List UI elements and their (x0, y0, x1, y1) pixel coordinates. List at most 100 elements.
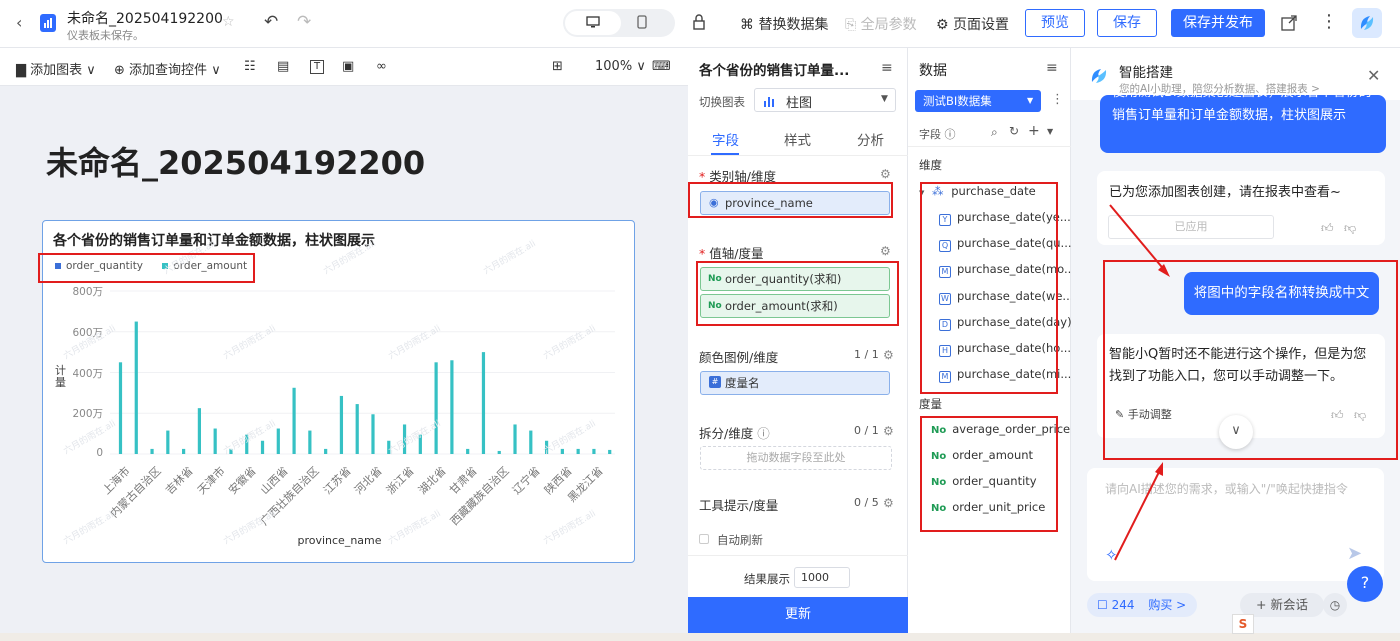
add-icon[interactable]: + (1028, 123, 1040, 139)
desktop-view-icon[interactable] (565, 11, 621, 35)
ai-message: 已为您添加图表创建，请在报表中查看~ 已应用 👍︎ 👎︎ (1097, 171, 1385, 245)
thumbs-up-icon[interactable]: 👍︎ (1321, 221, 1334, 236)
layout-icon[interactable]: ⊞ (552, 59, 563, 74)
history-icon[interactable]: ◷ (1323, 593, 1347, 617)
bar-order_amount (308, 431, 311, 454)
add-query-button[interactable]: ⊕ 添加查询控件 ∨ (114, 59, 221, 78)
refresh-icon[interactable]: ↻ (1009, 124, 1019, 138)
ime-icon[interactable]: S (1232, 614, 1254, 634)
dashboard-heading[interactable]: 未命名_202504192200 (46, 138, 425, 184)
gear-icon[interactable]: ⚙ (880, 244, 891, 258)
color-legend-label: 颜色图例/维度 (699, 347, 778, 366)
annotation-box-measures-list (920, 416, 1058, 532)
gear-icon[interactable]: ⚙ (883, 496, 894, 510)
ai-subtitle[interactable]: 您的AI小助理，陪您分析数据、搭建报表 > (1119, 81, 1320, 96)
measure-axis-label: * 值轴/度量 (699, 243, 763, 262)
dataset-select[interactable]: 测试BI数据集 ▼ (915, 90, 1041, 112)
lock-icon[interactable] (692, 14, 706, 33)
zoom-select[interactable]: 100% ∨ (595, 59, 646, 74)
annotation-box-dimensions-list (920, 182, 1058, 394)
credits-badge[interactable]: ☐ 244 购买 > (1087, 593, 1197, 617)
tab-analysis[interactable]: 分析 (857, 129, 884, 149)
bar-order_amount (435, 362, 438, 454)
bar-order_amount (198, 408, 201, 454)
image-icon[interactable]: ▣ (342, 59, 354, 74)
bar-order_amount (277, 429, 280, 454)
add-chart-button[interactable]: ▇ 添加图表 ∨ (16, 59, 96, 78)
bar-order_amount (608, 450, 611, 454)
text-icon[interactable]: T (310, 60, 324, 74)
mobile-view-icon[interactable] (637, 15, 647, 32)
color-count: 1 / 1 (854, 348, 879, 361)
keyboard-icon[interactable]: ⌨ (652, 59, 671, 74)
ai-assistant-icon[interactable] (1352, 8, 1382, 38)
bar-order_amount (561, 449, 564, 454)
annotation-box-ai-reply (1103, 260, 1398, 460)
save-button[interactable]: 保存 (1097, 9, 1157, 37)
collapse-panel-icon[interactable]: ≡ (1046, 60, 1058, 76)
switch-chart-label: 切换图表 (699, 94, 745, 110)
ai-input-box[interactable]: 请向AI描述您的需求，或输入"/"唤起快捷指令 ✧ ➤ (1087, 468, 1384, 581)
bar-order_amount (498, 451, 501, 454)
undo-icon[interactable]: ↶ (264, 12, 278, 32)
bar-order_amount (119, 362, 122, 454)
ai-logo-icon (1087, 64, 1111, 88)
chevron-down-icon[interactable]: ▼ (1047, 127, 1053, 136)
color-field-chip[interactable]: # 度量名 (700, 371, 890, 395)
update-button[interactable]: 更新 (688, 597, 908, 633)
bar-order_amount (450, 360, 453, 454)
collapse-panel-icon[interactable]: ≡ (881, 60, 893, 76)
result-display-label: 结果展示 (744, 571, 790, 587)
chevron-down-icon: ▼ (1027, 90, 1033, 112)
bar-order_amount (150, 449, 153, 454)
bar-order_amount (466, 449, 469, 454)
dashboard-title[interactable]: 未命名_202504192200 (67, 8, 223, 28)
result-limit-input[interactable]: 1000 (794, 567, 850, 588)
tab-style[interactable]: 样式 (784, 129, 811, 149)
redo-icon[interactable]: ↷ (297, 12, 311, 32)
gear-icon[interactable]: ⚙ (880, 167, 891, 181)
auto-refresh-label: 自动刷新 (717, 532, 763, 548)
thumbs-down-icon[interactable]: 👎︎ (1344, 221, 1356, 236)
tab-icon[interactable]: ▤ (277, 59, 289, 74)
gear-icon: ⚙ (936, 17, 949, 33)
help-icon[interactable]: ? (1347, 566, 1383, 602)
annotation-box-dimension (688, 182, 893, 218)
send-icon[interactable]: ➤ (1347, 543, 1362, 564)
gear-icon[interactable]: ⚙ (883, 424, 894, 438)
search-icon[interactable]: ⌕ (991, 125, 998, 140)
buy-link: 购买 > (1148, 598, 1186, 612)
gear-icon[interactable]: ⚙ (883, 348, 894, 362)
replace-dataset-button[interactable]: ⌘ 替换数据集 (740, 14, 828, 34)
share-icon[interactable] (1281, 15, 1297, 34)
bar-order_amount (577, 449, 580, 454)
save-publish-button[interactable]: 保存并发布 (1171, 9, 1265, 37)
annotation-box-measure (696, 261, 899, 326)
magic-wand-icon[interactable]: ✧ (1105, 546, 1118, 564)
global-params-button[interactable]: ⎘ 全局参数 (845, 14, 917, 34)
data-panel-title: 数据 (919, 60, 947, 80)
preview-button[interactable]: 预览 (1025, 9, 1085, 37)
link-icon[interactable]: ∞ (376, 59, 387, 74)
dimension-header: 维度 (919, 157, 942, 173)
user-message: 使用测试BI数据集创建图表，展示各个省份的销售订单量和订单金额数据，柱状图展示 (1100, 95, 1386, 153)
applied-button[interactable]: 已应用 (1108, 215, 1274, 239)
close-icon[interactable]: ✕ (1367, 66, 1380, 85)
back-icon[interactable]: ‹ (16, 13, 22, 32)
bar-order_amount (482, 352, 485, 454)
page-settings-button[interactable]: ⚙ 页面设置 (936, 14, 1009, 34)
bar-order_amount (592, 449, 595, 454)
filter-icon[interactable]: ☷ (244, 59, 256, 74)
canvas-toolbar: ▇ 添加图表 ∨ ⊕ 添加查询控件 ∨ ☷ ▤ T ▣ ∞ ⊞ 100% ∨ ⌨ (0, 48, 688, 86)
ai-input-placeholder: 请向AI描述您的需求，或输入"/"唤起快捷指令 (1105, 480, 1377, 497)
top-bar: ‹ 未命名_202504192200 仪表板未保存。 ☆ ↶ ↷ ⌘ 替换数据集… (0, 0, 1400, 48)
more-icon[interactable]: ⋮ (1051, 92, 1064, 107)
info-icon: ⓘ (757, 426, 770, 441)
chart-type-select[interactable]: 柱图 ▼ (754, 88, 896, 112)
auto-refresh-checkbox[interactable] (699, 534, 709, 544)
drop-zone[interactable]: 拖动数据字段至此处 (700, 446, 892, 470)
star-icon[interactable]: ☆ (222, 14, 235, 30)
hash-icon: # (709, 376, 721, 388)
more-icon[interactable]: ⋮ (1320, 11, 1338, 32)
tab-fields[interactable]: 字段 (712, 129, 739, 149)
